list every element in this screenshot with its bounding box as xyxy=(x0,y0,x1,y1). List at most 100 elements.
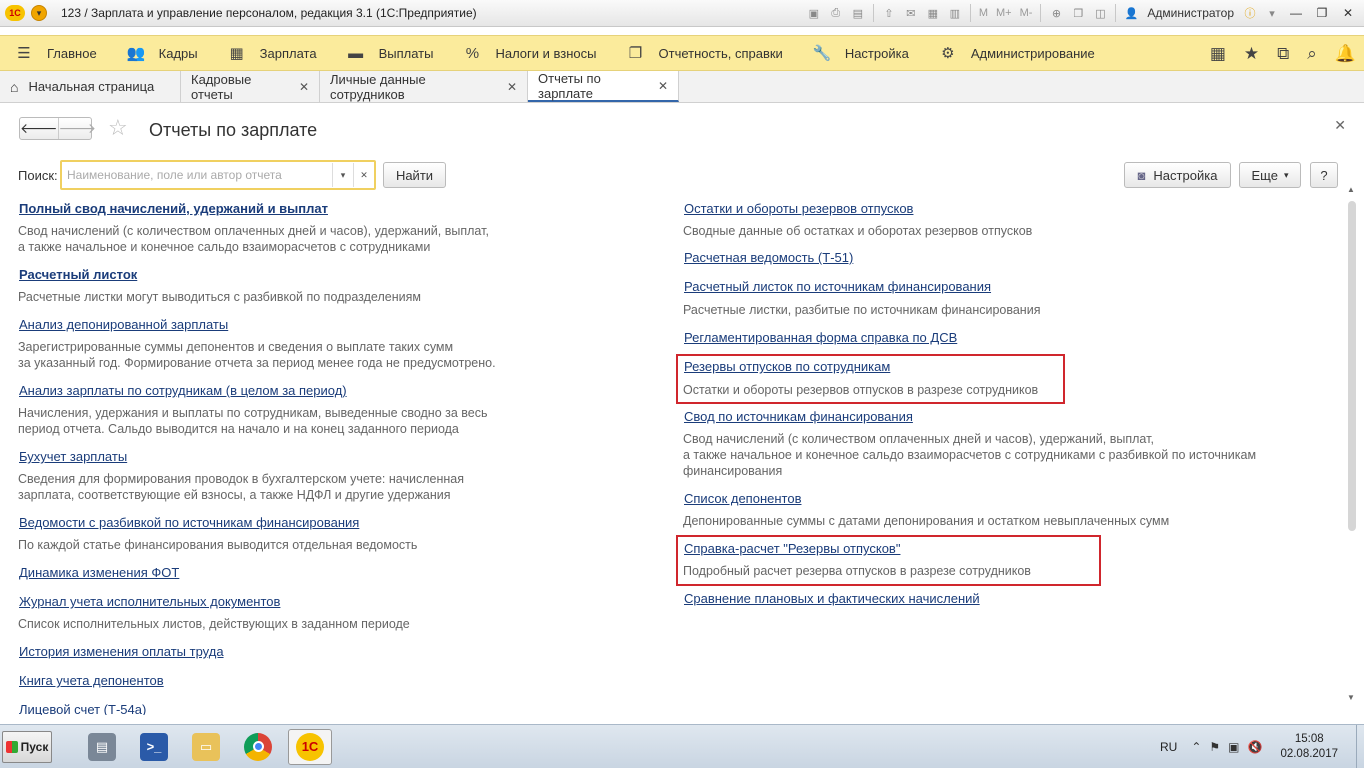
minimize-button[interactable]: — xyxy=(1284,3,1308,23)
report-link[interactable]: Резервы отпусков по сотрудникам xyxy=(684,359,890,374)
notifications-bell-icon[interactable]: 🔔 xyxy=(1335,44,1356,64)
print-icon[interactable]: ⎙ xyxy=(826,3,846,23)
report-description: Сведения для формирования проводок в бух… xyxy=(18,472,464,486)
report-description: Подробный расчет резерва отпусков в разр… xyxy=(683,564,1031,578)
report-description: Депонированные суммы с датами депонирова… xyxy=(683,514,1170,528)
volume-muted-icon[interactable]: 🔇 xyxy=(1247,740,1262,754)
taskbar-app-explorer[interactable]: ▭ xyxy=(184,729,228,765)
taskbar-app-chrome[interactable] xyxy=(236,729,280,765)
upload-icon[interactable]: ⇧ xyxy=(879,3,899,23)
apps-grid-icon[interactable]: ▦ xyxy=(1210,44,1226,64)
mail-icon[interactable]: ✉ xyxy=(901,3,921,23)
calculator-icon: ▦ xyxy=(229,45,244,62)
chevron-down-icon[interactable]: ▾ xyxy=(1262,3,1282,23)
forward-arrow-icon[interactable]: 🡒 xyxy=(57,118,96,139)
report-link[interactable]: Журнал учета исполнительных документов xyxy=(19,594,280,609)
menu-item-main[interactable]: ☰ Главное xyxy=(0,35,112,71)
settings-button[interactable]: ◙ Настройка xyxy=(1124,162,1231,188)
taskbar-app-1c[interactable]: 1С xyxy=(288,728,332,765)
menu-item-reporting[interactable]: ❐ Отчетность, справки xyxy=(612,35,798,71)
dropdown-arrow-icon[interactable]: ▾ xyxy=(332,163,353,187)
report-link[interactable]: Справка-расчет "Резервы отпусков" xyxy=(684,541,900,556)
report-link[interactable]: Полный свод начислений, удержаний и выпл… xyxy=(19,201,328,216)
report-description: Список исполнительных листов, действующи… xyxy=(18,617,410,631)
user-name[interactable]: Администратор xyxy=(1143,6,1238,20)
report-description: Сводные данные об остатках и оборотах ре… xyxy=(683,224,1033,238)
calendar-icon[interactable]: ▥ xyxy=(945,3,965,23)
report-link[interactable]: Анализ зарплаты по сотрудникам (в целом … xyxy=(19,383,347,398)
clear-icon[interactable]: ✕ xyxy=(353,163,374,187)
windows-icon[interactable]: ❐ xyxy=(1068,3,1088,23)
scroll-up-icon[interactable]: ▲ xyxy=(1347,185,1355,194)
report-link[interactable]: Сравнение плановых и фактических начисле… xyxy=(684,591,980,606)
start-button[interactable]: Пуск xyxy=(2,730,52,763)
menu-item-personnel[interactable]: 👥 Кадры xyxy=(112,35,213,71)
clock[interactable]: 15:08 02.08.2017 xyxy=(1280,732,1338,762)
report-link[interactable]: История изменения оплаты труда xyxy=(19,644,224,659)
close-window-button[interactable]: ✕ xyxy=(1336,3,1360,23)
info-icon[interactable]: ⓘ xyxy=(1240,3,1260,23)
form-title: Отчеты по зарплате xyxy=(149,120,318,140)
reports-list: Полный свод начислений, удержаний и выпл… xyxy=(0,195,1346,715)
scroll-down-icon[interactable]: ▼ xyxy=(1347,693,1355,702)
language-indicator[interactable]: RU xyxy=(1160,740,1177,754)
tab-salary-reports[interactable]: Отчеты по зарплате ✕ xyxy=(528,71,679,102)
menu-item-taxes[interactable]: % Налоги и взносы xyxy=(448,35,611,71)
report-link[interactable]: Свод по источникам финансирования xyxy=(684,409,913,424)
save-icon[interactable]: ▣ xyxy=(804,3,824,23)
back-arrow-icon[interactable]: 🡐 xyxy=(20,118,58,139)
tab-personnel-reports[interactable]: Кадровые отчеты ✕ xyxy=(181,71,320,102)
scroll-thumb[interactable] xyxy=(1348,201,1356,531)
taskbar-app-powershell[interactable]: >_ xyxy=(132,729,176,765)
tray-expand-icon[interactable]: ⌃ xyxy=(1191,740,1201,754)
network-icon[interactable]: ▣ xyxy=(1228,740,1239,754)
report-link[interactable]: Ведомости с разбивкой по источникам фина… xyxy=(19,515,359,530)
report-link[interactable]: Расчетный листок xyxy=(19,267,137,282)
report-link[interactable]: Регламентированная форма справка по ДСВ xyxy=(684,330,957,345)
menu-item-payments[interactable]: ▬ Выплаты xyxy=(332,35,449,71)
favorite-star-icon[interactable]: ☆ xyxy=(108,115,128,141)
report-description: а также начальное и конечное сальдо взаи… xyxy=(18,240,431,254)
report-link[interactable]: Лицевой счет (Т-54а) xyxy=(19,702,146,715)
tab-personal-data[interactable]: Личные данные сотрудников ✕ xyxy=(320,71,528,102)
report-link[interactable]: Остатки и обороты резервов отпусков xyxy=(684,201,913,216)
action-center-flag-icon[interactable]: ⚑ xyxy=(1209,740,1220,754)
more-button[interactable]: Еще ▾ xyxy=(1239,162,1301,188)
close-icon[interactable]: ✕ xyxy=(507,80,517,94)
report-link[interactable]: Список депонентов xyxy=(684,491,801,506)
report-description: за указанный год. Формирование отчета за… xyxy=(18,356,496,370)
restore-button[interactable]: ❐ xyxy=(1310,3,1334,23)
help-button[interactable]: ? xyxy=(1310,162,1338,188)
search-input[interactable] xyxy=(62,163,332,187)
report-link[interactable]: Бухучет зарплаты xyxy=(19,449,127,464)
close-form-icon[interactable]: ✕ xyxy=(1334,117,1346,134)
report-link[interactable]: Книга учета депонентов xyxy=(19,673,164,688)
history-icon[interactable]: ⧉ xyxy=(1277,44,1289,64)
calculator-icon[interactable]: ▦ xyxy=(923,3,943,23)
memory-mplus-button[interactable]: M+ xyxy=(993,3,1015,23)
settings-icon: ◙ xyxy=(1137,167,1146,183)
show-desktop-button[interactable] xyxy=(1356,725,1364,768)
menu-item-salary[interactable]: ▦ Зарплата xyxy=(213,35,332,71)
search-icon[interactable]: ⌕ xyxy=(1307,44,1317,64)
panel-icon[interactable]: ◫ xyxy=(1090,3,1110,23)
menu-item-administration[interactable]: ⚙ Администрирование xyxy=(924,35,1110,71)
zoom-icon[interactable]: ⊕ xyxy=(1046,3,1066,23)
report-link[interactable]: Динамика изменения ФОТ xyxy=(19,565,179,580)
powershell-icon: >_ xyxy=(140,732,168,761)
menu-item-settings[interactable]: 🔧 Настройка xyxy=(798,35,924,71)
memory-mminus-button[interactable]: M- xyxy=(1017,3,1036,23)
close-icon[interactable]: ✕ xyxy=(658,79,668,93)
taskbar-app-server-manager[interactable]: ▤ xyxy=(80,729,124,765)
memory-m-button[interactable]: M xyxy=(976,3,991,23)
find-button[interactable]: Найти xyxy=(383,162,446,188)
report-link[interactable]: Расчетный листок по источникам финансиро… xyxy=(684,279,991,294)
tab-home[interactable]: ⌂ Начальная страница xyxy=(0,71,181,102)
vertical-scrollbar[interactable]: ▲ ▼ xyxy=(1346,183,1358,708)
favorites-star-icon[interactable]: ★ xyxy=(1244,44,1259,64)
preview-icon[interactable]: ▤ xyxy=(848,3,868,23)
main-menu-button[interactable]: ▾ xyxy=(31,5,47,21)
close-icon[interactable]: ✕ xyxy=(299,80,309,94)
report-link[interactable]: Расчетная ведомость (Т-51) xyxy=(684,250,853,265)
report-link[interactable]: Анализ депонированной зарплаты xyxy=(19,317,228,332)
